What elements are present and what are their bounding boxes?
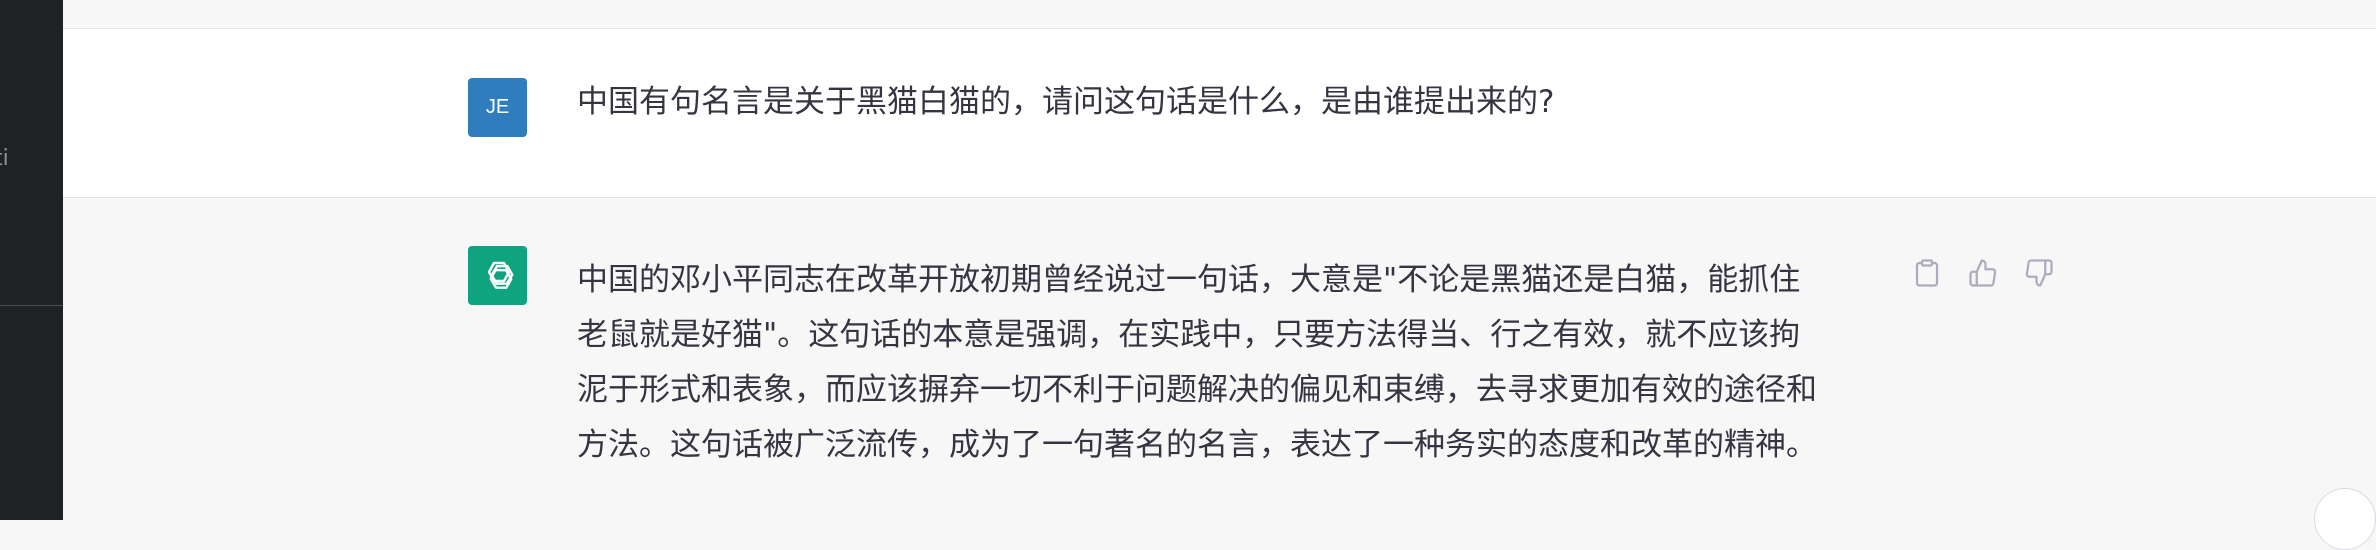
assistant-line: 方法。这句话被广泛流传，成为了一句著名的名言，表达了一种务实的态度和改革的精神。 <box>577 427 1817 463</box>
user-avatar: JE <box>468 78 527 137</box>
message-actions <box>1906 254 2060 296</box>
copy-button[interactable] <box>1906 254 1948 296</box>
chat-main: JE 中国有句名言是关于黑猫白猫的，请问这句话是什么，是由谁提出来的? 中国的邓… <box>63 0 2376 550</box>
sidebar: ti <box>0 0 63 520</box>
thumbs-up-icon <box>1968 258 1998 292</box>
sidebar-clipped-text[interactable]: ti <box>0 146 9 171</box>
user-message-text: 中国有句名言是关于黑猫白猫的，请问这句话是什么，是由谁提出来的? <box>577 84 1555 120</box>
scroll-down-button[interactable] <box>2314 488 2376 550</box>
openai-logo-icon <box>468 246 527 305</box>
assistant-message-text: 中国的邓小平同志在改革开放初期曾经说过一句话，大意是"不论是黑猫还是白猫，能抓住… <box>577 253 1947 473</box>
previous-message-strip <box>63 0 2376 29</box>
assistant-line: 中国的邓小平同志在改革开放初期曾经说过一句话，大意是"不论是黑猫还是白猫，能抓住 <box>577 262 1801 298</box>
thumbs-down-icon <box>2024 258 2054 292</box>
copy-icon <box>1912 258 1942 292</box>
assistant-line: 老鼠就是好猫"。这句话的本意是强调，在实践中，只要方法得当、行之有效，就不应该拘 <box>577 317 1801 353</box>
thumbs-up-button[interactable] <box>1962 254 2004 296</box>
assistant-line: 泥于形式和表象，而应该摒弃一切不利于问题解决的偏见和束缚，去寻求更加有效的途径和 <box>577 372 1817 408</box>
sidebar-divider <box>0 305 63 306</box>
thumbs-down-button[interactable] <box>2018 254 2060 296</box>
assistant-message: 中国的邓小平同志在改革开放初期曾经说过一句话，大意是"不论是黑猫还是白猫，能抓住… <box>63 198 2376 550</box>
user-message: JE 中国有句名言是关于黑猫白猫的，请问这句话是什么，是由谁提出来的? <box>63 29 2376 198</box>
